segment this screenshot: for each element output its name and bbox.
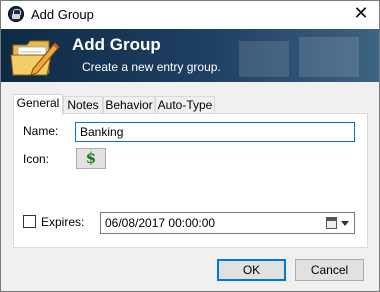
tab-behavior[interactable]: Behavior [103,96,155,114]
expires-checkbox[interactable] [23,215,36,228]
header-banner: Add Group Create a new entry group. [1,29,379,82]
chevron-down-icon[interactable] [341,221,349,226]
app-lock-icon [8,6,24,22]
close-button[interactable]: ✕ [351,4,371,24]
name-label: Name: [23,124,59,138]
tab-auto-type[interactable]: Auto-Type [155,96,215,114]
dollar-icon: $ [85,149,97,167]
expires-label[interactable]: Expires: [41,215,84,229]
expires-date-value: 06/08/2017 00:00:00 [105,216,216,230]
ok-button[interactable]: OK [217,259,286,281]
banner-subtitle: Create a new entry group. [82,60,221,74]
expires-date-picker[interactable]: 06/08/2017 00:00:00 [100,212,355,234]
banner-title: Add Group [72,35,161,54]
name-field[interactable] [75,122,355,142]
banner-decoration-icon [239,37,359,77]
tab-notes[interactable]: Notes [63,96,103,114]
icon-label: Icon: [23,152,50,166]
icon-picker-button[interactable]: $ [76,148,106,169]
cancel-button[interactable]: Cancel [295,259,364,281]
title-bar[interactable]: Add Group ✕ [1,1,379,29]
folder-pencil-icon [10,40,60,76]
tab-general[interactable]: General [13,94,63,115]
calendar-icon[interactable] [326,217,337,229]
add-group-dialog: Add Group ✕ Add Group Create a new entry… [0,0,380,292]
window-title: Add Group [31,7,94,22]
